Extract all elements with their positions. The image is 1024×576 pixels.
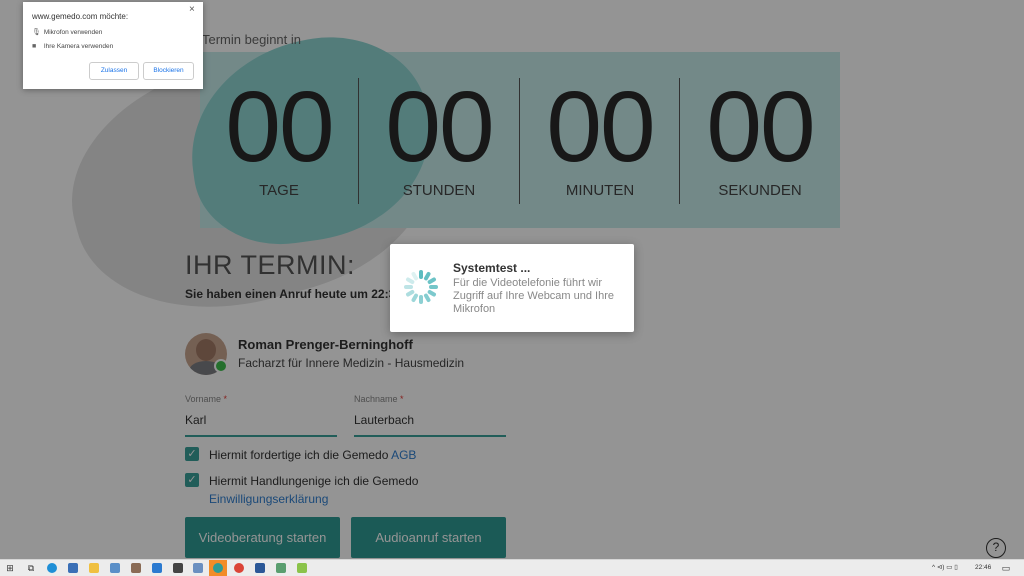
dialog-message: Für die Videotelefonie führt wir Zugriff… <box>453 277 615 315</box>
microphone-icon: 🎙 <box>32 29 41 36</box>
people-icon[interactable] <box>68 563 78 573</box>
terminal-icon[interactable] <box>173 563 183 573</box>
system-test-dialog: Systemtest ... Für die Videotelefonie fü… <box>390 244 634 332</box>
chrome-icon[interactable] <box>234 563 244 573</box>
store-icon[interactable] <box>152 563 162 573</box>
gemedo-icon[interactable] <box>213 563 223 573</box>
download-icon[interactable] <box>276 563 286 573</box>
word-icon[interactable] <box>255 563 265 573</box>
allow-button[interactable]: Zulassen <box>89 62 139 80</box>
dialog-title: Systemtest ... <box>453 261 531 275</box>
permission-camera: ■ Ihre Kamera verwenden <box>32 43 114 50</box>
permission-prompt: www.gemedo.com möchte: × 🎙 Mikrofon verw… <box>23 2 203 89</box>
clock[interactable]: 22:46 <box>975 562 991 574</box>
loading-spinner-icon <box>404 270 438 304</box>
explorer-icon[interactable] <box>89 563 99 573</box>
paint-icon[interactable] <box>297 563 307 573</box>
app-icon[interactable] <box>193 563 203 573</box>
permission-origin: www.gemedo.com möchte: <box>32 12 129 21</box>
notepad-icon[interactable] <box>110 563 120 573</box>
notification-icon[interactable]: ▭ <box>1000 562 1012 574</box>
windows-icon[interactable]: ⊞ <box>4 562 16 574</box>
permission-microphone: 🎙 Mikrofon verwenden <box>32 29 103 36</box>
tools-icon[interactable] <box>131 563 141 573</box>
system-tray[interactable]: ^ ⊲) ▭ ▯ <box>932 562 958 574</box>
block-button[interactable]: Blockieren <box>143 62 194 80</box>
task-view-icon[interactable]: ⧉ <box>25 562 37 574</box>
taskbar: ⊞ ⧉ ^ ⊲) ▭ ▯ 22:46 ▭ <box>0 559 1024 576</box>
edge-icon[interactable] <box>47 563 57 573</box>
camera-icon: ■ <box>32 43 37 50</box>
close-icon[interactable]: × <box>189 4 195 15</box>
